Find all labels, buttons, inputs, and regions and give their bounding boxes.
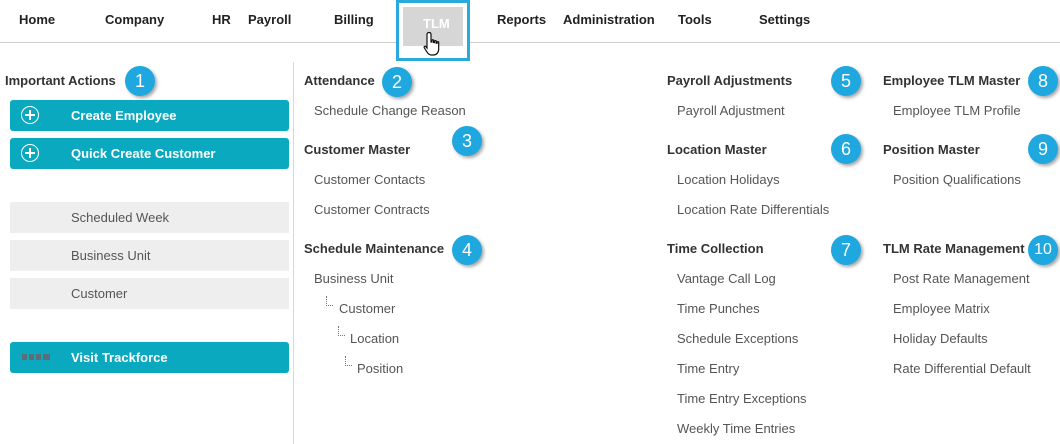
nav-payroll[interactable]: Payroll <box>248 12 291 27</box>
create-employee-button[interactable]: Create Employee <box>10 100 289 131</box>
tree-connector <box>326 296 333 306</box>
link-rate-differential-default[interactable]: Rate Differential Default <box>893 361 1031 376</box>
customer-master-title: Customer Master <box>304 142 411 157</box>
badge-9: 9 <box>1028 134 1058 164</box>
badge-8: 8 <box>1028 66 1058 96</box>
link-location-holidays[interactable]: Location Holidays <box>677 172 780 187</box>
visit-trackforce-button[interactable]: Visit Trackforce <box>10 342 289 373</box>
nav-company[interactable]: Company <box>105 12 164 27</box>
link-location[interactable]: Location <box>350 331 399 346</box>
create-employee-label: Create Employee <box>71 108 177 123</box>
link-time-entry-exceptions[interactable]: Time Entry Exceptions <box>677 391 807 406</box>
badge-5: 5 <box>831 66 861 96</box>
column-divider <box>293 62 294 444</box>
nav-settings[interactable]: Settings <box>759 12 810 27</box>
nav-tlm-label: TLM <box>423 16 450 31</box>
nav-hr[interactable]: HR <box>212 12 231 27</box>
shortcut-label: Business Unit <box>71 248 151 263</box>
nav-billing[interactable]: Billing <box>334 12 374 27</box>
payroll-adjustments-title: Payroll Adjustments <box>667 73 793 88</box>
link-employee-matrix[interactable]: Employee Matrix <box>893 301 990 316</box>
link-employee-tlm-profile[interactable]: Employee TLM Profile <box>893 103 1021 118</box>
badge-10: 10 <box>1028 235 1058 265</box>
top-navigation: Home Company HR Payroll Billing Reports … <box>0 0 1060 43</box>
link-location-rate-differentials[interactable]: Location Rate Differentials <box>677 202 829 217</box>
shortcut-customer[interactable]: Customer <box>10 278 289 309</box>
badge-1: 1 <box>125 66 155 96</box>
link-schedule-exceptions[interactable]: Schedule Exceptions <box>677 331 798 346</box>
location-master-title: Location Master <box>667 142 767 157</box>
employee-tlm-master-title: Employee TLM Master <box>883 73 1021 88</box>
link-customer-contracts[interactable]: Customer Contracts <box>314 202 430 217</box>
shortcut-label: Scheduled Week <box>71 210 170 225</box>
tree-connector <box>338 326 345 336</box>
link-position[interactable]: Position <box>357 361 403 376</box>
link-time-punches[interactable]: Time Punches <box>677 301 760 316</box>
shortcut-label: Customer <box>71 286 128 301</box>
badge-2: 2 <box>382 67 412 97</box>
link-time-entry[interactable]: Time Entry <box>677 361 739 376</box>
link-holiday-defaults[interactable]: Holiday Defaults <box>893 331 988 346</box>
link-customer-contacts[interactable]: Customer Contacts <box>314 172 425 187</box>
shortcut-business-unit[interactable]: Business Unit <box>10 240 289 271</box>
link-customer[interactable]: Customer <box>339 301 395 316</box>
plus-circle-icon <box>21 106 39 124</box>
plus-circle-icon <box>21 144 39 162</box>
link-vantage-call-log[interactable]: Vantage Call Log <box>677 271 776 286</box>
time-collection-title: Time Collection <box>667 241 764 256</box>
nav-tools[interactable]: Tools <box>678 12 712 27</box>
badge-3: 3 <box>452 126 482 156</box>
badge-6: 6 <box>831 134 861 164</box>
trackforce-logo-icon <box>22 354 50 360</box>
attendance-title: Attendance <box>304 73 375 88</box>
link-business-unit[interactable]: Business Unit <box>314 271 393 286</box>
visit-trackforce-label: Visit Trackforce <box>71 350 168 365</box>
nav-administration[interactable]: Administration <box>563 12 655 27</box>
quick-create-customer-label: Quick Create Customer <box>71 146 216 161</box>
quick-create-customer-button[interactable]: Quick Create Customer <box>10 138 289 169</box>
position-master-title: Position Master <box>883 142 980 157</box>
nav-home[interactable]: Home <box>19 12 55 27</box>
tree-connector <box>345 356 352 366</box>
shortcut-scheduled-week[interactable]: Scheduled Week <box>10 202 289 233</box>
link-payroll-adjustment[interactable]: Payroll Adjustment <box>677 103 785 118</box>
nav-reports[interactable]: Reports <box>497 12 546 27</box>
badge-4: 4 <box>452 235 482 265</box>
link-schedule-change-reason[interactable]: Schedule Change Reason <box>314 103 466 118</box>
important-actions-title: Important Actions <box>5 73 116 88</box>
link-post-rate-management[interactable]: Post Rate Management <box>893 271 1030 286</box>
hand-cursor-icon <box>423 31 440 56</box>
link-weekly-time-entries[interactable]: Weekly Time Entries <box>677 421 795 436</box>
badge-7: 7 <box>831 235 861 265</box>
link-position-qualifications[interactable]: Position Qualifications <box>893 172 1021 187</box>
tlm-rate-management-title: TLM Rate Management <box>883 241 1025 256</box>
schedule-maintenance-title: Schedule Maintenance <box>304 241 445 256</box>
